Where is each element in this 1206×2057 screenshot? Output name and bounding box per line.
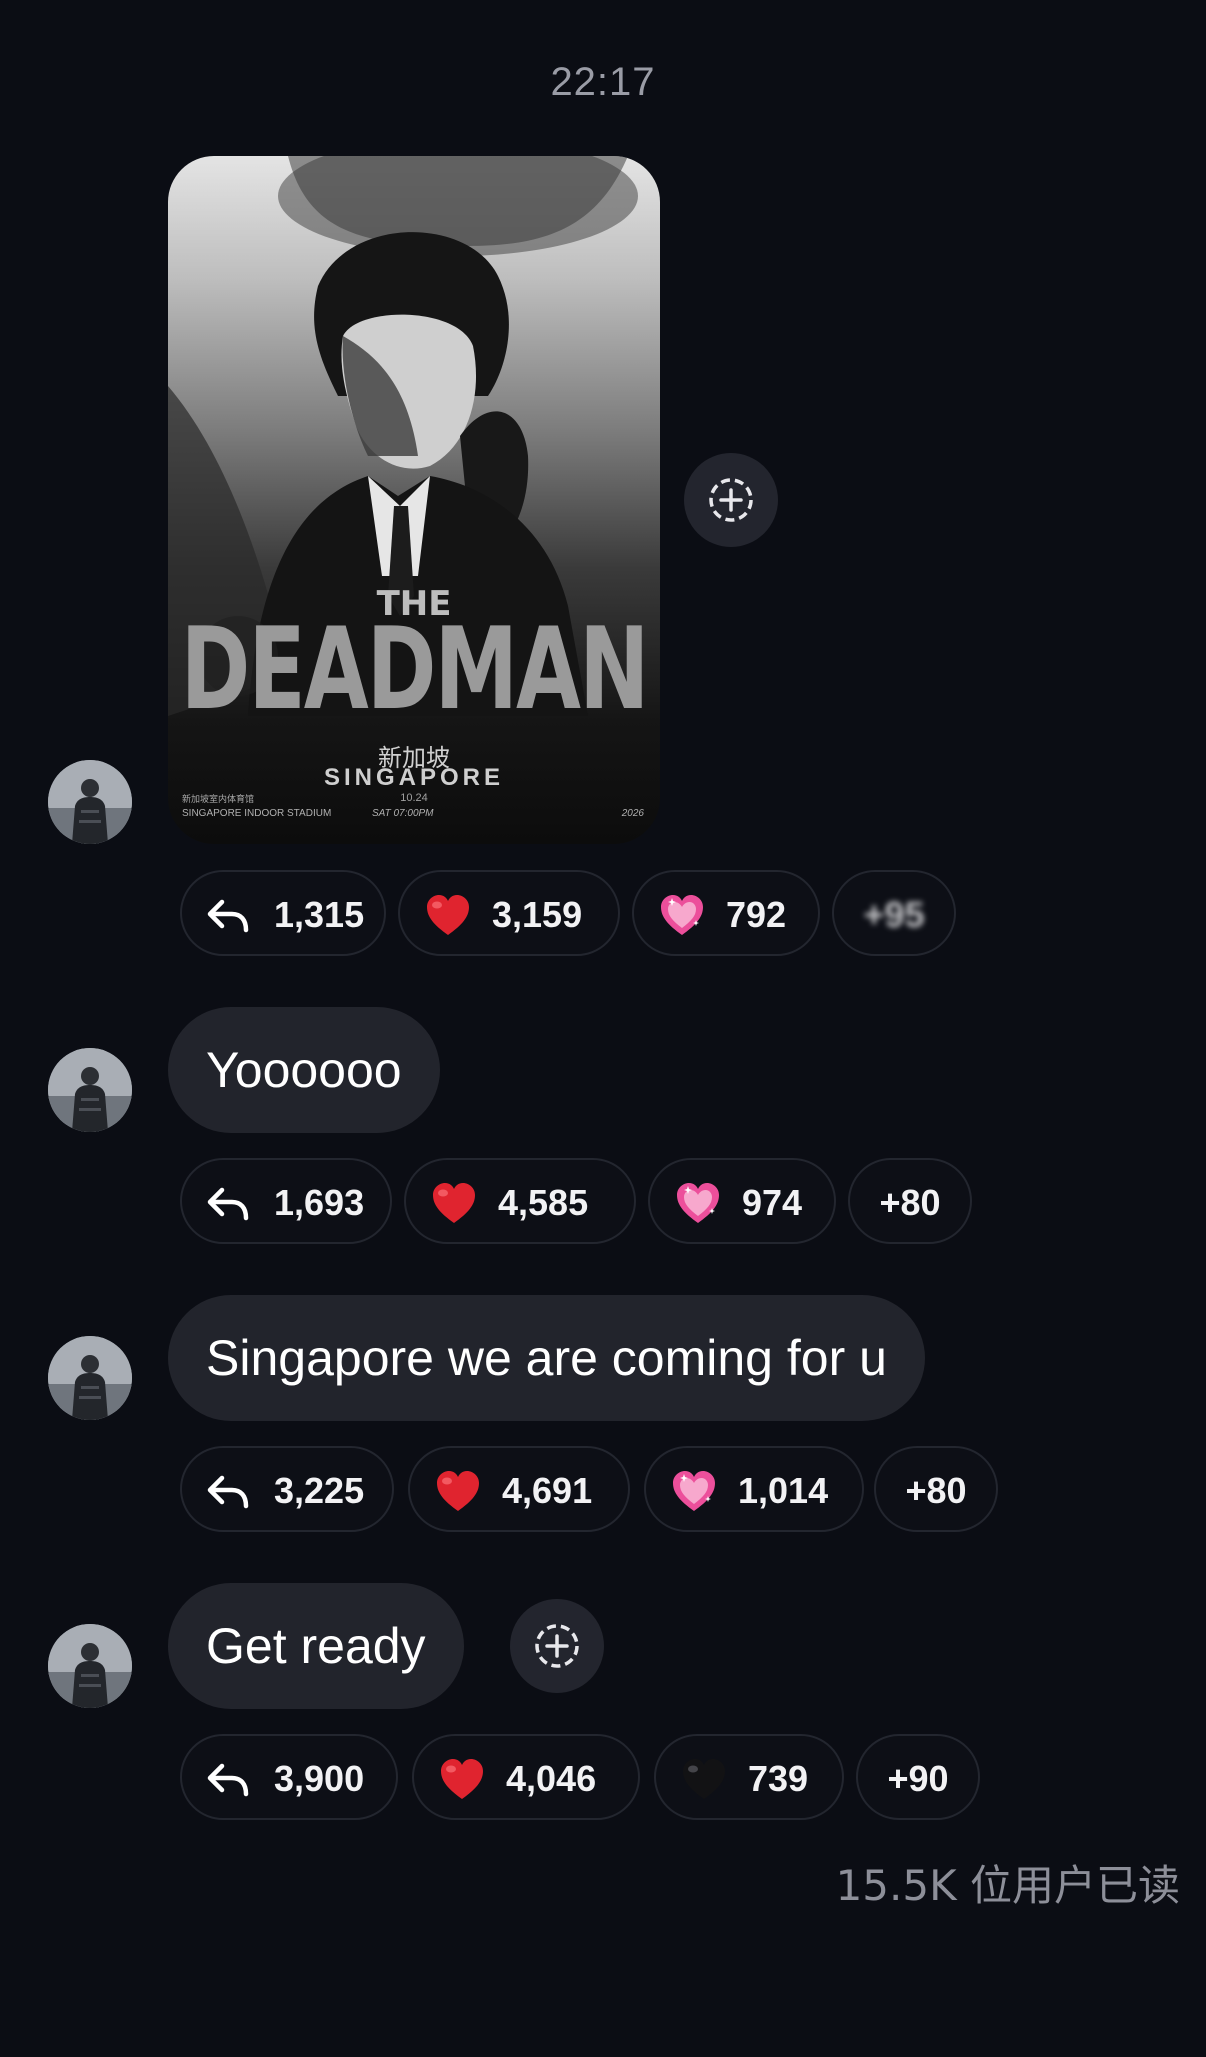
- reaction-count: 739: [748, 1758, 809, 1799]
- reaction-count: 792: [726, 894, 787, 935]
- red-heart-icon: [434, 1468, 482, 1516]
- poster-time: SAT 07:00PM: [372, 808, 434, 819]
- reply-chip[interactable]: 1,315: [180, 870, 386, 956]
- read-receipt: 15.5K 位用户已读: [835, 1861, 1180, 1910]
- reaction-chip-red-heart[interactable]: 4,046: [412, 1734, 640, 1820]
- more-reactions-count: +80: [879, 1182, 941, 1223]
- avatar[interactable]: [48, 1336, 132, 1420]
- red-heart-icon: [424, 892, 472, 940]
- reaction-count: 4,585: [498, 1182, 589, 1223]
- reaction-chip-red-heart[interactable]: 4,691: [408, 1446, 630, 1532]
- more-reactions-count: +95: [863, 894, 925, 935]
- add-reaction-icon: [684, 453, 778, 547]
- add-reaction-button[interactable]: [684, 453, 778, 547]
- reply-count: 1,315: [274, 894, 365, 935]
- reaction-chip-sparkle-heart[interactable]: 792: [632, 870, 820, 956]
- reply-chip[interactable]: 3,900: [180, 1734, 398, 1820]
- reply-count: 3,900: [274, 1758, 365, 1799]
- poster-city: SINGAPORE: [323, 764, 505, 791]
- message-timestamp: 22:17: [550, 60, 656, 104]
- reaction-count: 1,014: [738, 1470, 829, 1511]
- poster-image[interactable]: THE DEADMAN 新加坡 SINGAPORE 10.24 新加坡室内体育馆…: [168, 156, 660, 844]
- reply-chip[interactable]: 3,225: [180, 1446, 394, 1532]
- avatar-image: [48, 1336, 132, 1420]
- message-bubble[interactable]: Singapore we are coming for u: [168, 1295, 925, 1421]
- avatar[interactable]: [48, 1624, 132, 1708]
- message-bubble[interactable]: Yoooooo: [168, 1007, 440, 1133]
- sparkle-heart-icon: [658, 892, 706, 940]
- reply-icon: [204, 1180, 252, 1228]
- more-reactions-chip[interactable]: +80: [874, 1446, 998, 1532]
- avatar-image: [48, 1624, 132, 1708]
- reaction-chip-red-heart[interactable]: 4,585: [404, 1158, 636, 1244]
- reply-icon: [204, 892, 252, 940]
- reaction-count: 3,159: [492, 894, 583, 935]
- poster-venue: SINGAPORE INDOOR STADIUM: [182, 808, 332, 819]
- more-reactions-count: +90: [887, 1758, 949, 1799]
- reply-icon: [204, 1756, 252, 1804]
- avatar[interactable]: [48, 760, 132, 844]
- reaction-chip-sparkle-heart[interactable]: 1,014: [644, 1446, 864, 1532]
- message-bubble[interactable]: Get ready: [168, 1583, 464, 1709]
- reply-icon: [204, 1468, 252, 1516]
- red-heart-icon: [430, 1180, 478, 1228]
- reaction-chip-black-heart[interactable]: 739: [654, 1734, 844, 1820]
- more-reactions-chip[interactable]: +90: [856, 1734, 980, 1820]
- more-reactions-count: +80: [905, 1470, 967, 1511]
- poster-venue-cn: 新加坡室内体育馆: [182, 795, 255, 805]
- reaction-count: 4,691: [502, 1470, 593, 1511]
- sparkle-heart-icon: [670, 1468, 718, 1516]
- poster-year: 2026: [621, 808, 644, 819]
- black-heart-icon: [680, 1756, 728, 1804]
- avatar-image: [48, 1048, 132, 1132]
- more-reactions-chip[interactable]: +95: [832, 870, 956, 956]
- reply-chip[interactable]: 1,693: [180, 1158, 392, 1244]
- reaction-count: 4,046: [506, 1758, 597, 1799]
- sparkle-heart-icon: [674, 1180, 722, 1228]
- reaction-chip-red-heart[interactable]: 3,159: [398, 870, 620, 956]
- add-reaction-icon: [510, 1599, 604, 1693]
- add-reaction-button[interactable]: [510, 1599, 604, 1693]
- avatar[interactable]: [48, 1048, 132, 1132]
- poster-title: DEADMAN: [180, 602, 650, 736]
- reaction-count: 974: [742, 1182, 803, 1223]
- reply-count: 3,225: [274, 1470, 365, 1511]
- reaction-chip-sparkle-heart[interactable]: 974: [648, 1158, 836, 1244]
- red-heart-icon: [438, 1756, 486, 1804]
- more-reactions-chip[interactable]: +80: [848, 1158, 972, 1244]
- avatar-image: [48, 760, 132, 844]
- reply-count: 1,693: [274, 1182, 365, 1223]
